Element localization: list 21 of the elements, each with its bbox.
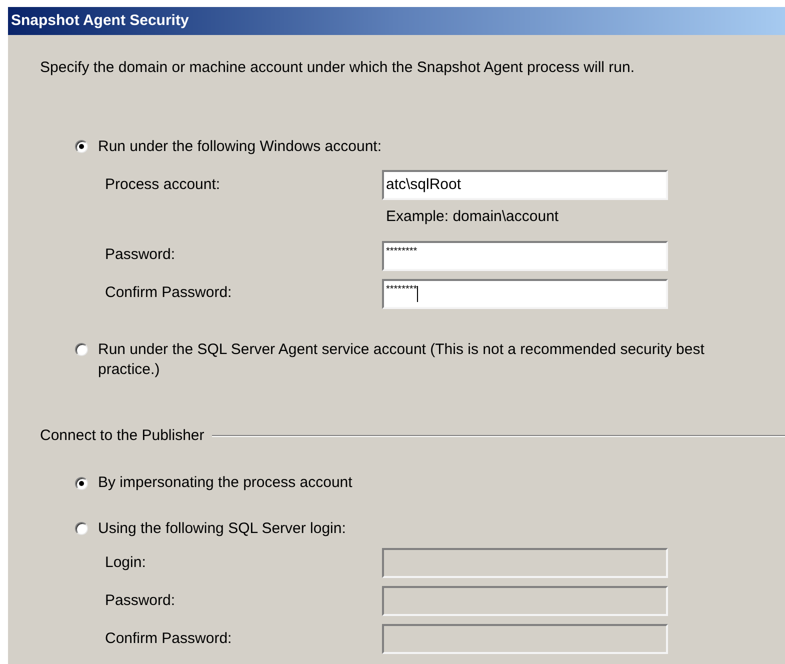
hint-text: Example: domain\account [386,208,559,225]
group-title: Connect to the Publisher [40,426,204,446]
field-label: Password: [105,246,176,264]
radio-label: By impersonating the process account [98,473,352,493]
radio-button[interactable] [75,342,88,356]
description-text: Specify the domain or machine account under which the Snapshot Agent process will run. [40,59,635,76]
radio-label: Run under the following Windows account: [98,136,382,156]
password-field[interactable]: ******** [382,278,668,308]
field-label: Password: [105,592,176,609]
input-field[interactable]: atc\sqlRoot [382,170,668,200]
field-label: Process account: [105,176,220,193]
field-label: Confirm Password: [105,284,232,302]
window-title: Snapshot Agent Security [11,10,189,31]
radio-label: Run under the SQL Server Agent service account (This is not a recommended security best practice.) [98,340,706,380]
radio-button[interactable] [75,476,88,490]
radio-button[interactable] [75,522,88,536]
radio-button[interactable] [75,140,88,154]
password-field[interactable]: ******** [382,240,668,270]
radio-label: Using the following SQL Server login: [98,518,346,538]
field-label: Confirm Password: [105,630,232,647]
field-label: Login: [105,554,146,571]
